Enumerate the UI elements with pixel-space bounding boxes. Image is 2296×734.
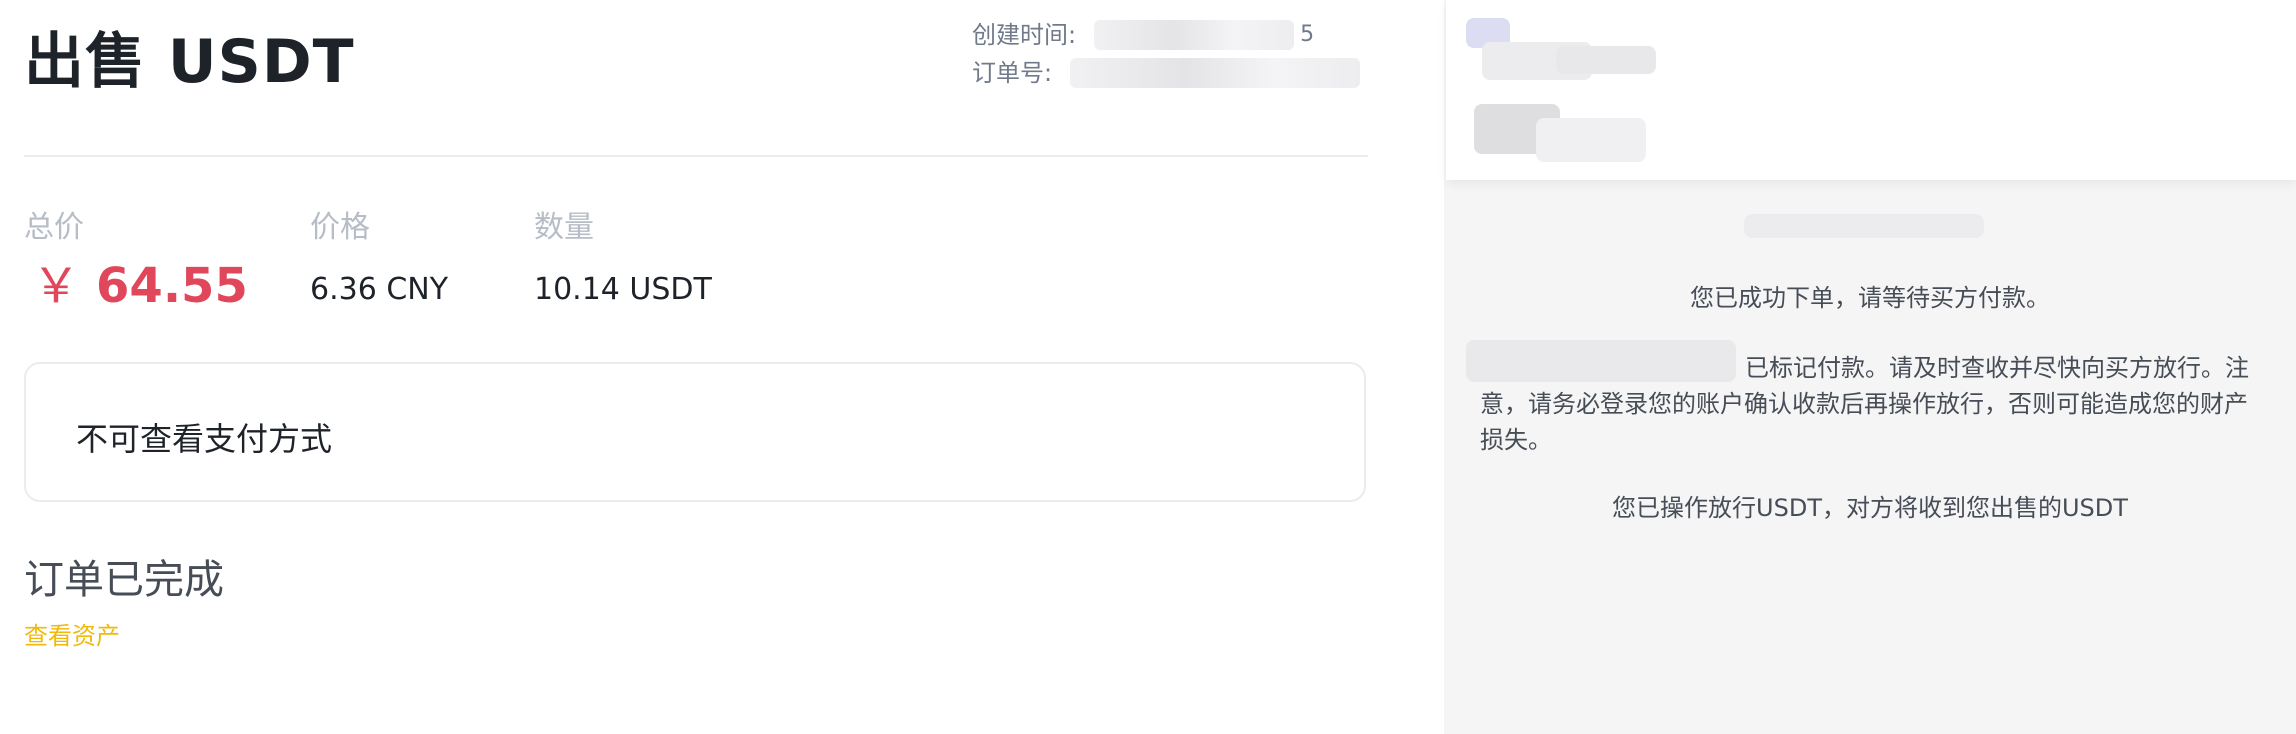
unit-price-label: 价格 — [310, 210, 370, 245]
view-assets-link[interactable]: 查看资产 — [24, 620, 120, 652]
quantity: 数量 10.14 USDT — [534, 204, 712, 318]
created-time-row: 创建时间: 5 — [972, 16, 1360, 54]
header-divider — [24, 155, 1368, 157]
quantity-value: 10.14 USDT — [534, 272, 712, 307]
unit-price: 价格 6.36 CNY — [310, 204, 448, 318]
order-status-title: 订单已完成 — [24, 557, 224, 603]
order-detail-panel: 出售 USDT 创建时间: 5 订单号: 总价 ￥ 64.55 价格 6.36 C… — [0, 0, 1444, 734]
chat-message-released: 您已操作放行USDT，对方将收到您出售的USDT — [1612, 494, 2128, 522]
total-price: 总价 ￥ 64.55 — [24, 204, 248, 318]
quantity-label: 数量 — [534, 210, 594, 245]
total-price-label: 总价 — [24, 210, 84, 245]
chat-message-order-placed: 您已成功下单，请等待买方付款。 — [1690, 284, 2050, 312]
system-notice-redacted — [1744, 214, 1984, 238]
payment-method-unavailable-text: 不可查看支付方式 — [76, 420, 333, 458]
created-time-redacted — [1094, 20, 1295, 50]
order-meta: 创建时间: 5 订单号: — [972, 16, 1361, 92]
order-number-redacted — [1070, 58, 1361, 88]
yuan-symbol: ￥ — [32, 258, 81, 314]
total-price-amount: 64.55 — [96, 258, 248, 314]
counterparty-info-redacted — [1556, 46, 1656, 74]
created-time-label: 创建时间: — [972, 21, 1077, 49]
chat-panel: 您已成功下单，请等待买方付款。 已标记付款。请及时查收并尽快向买方放行。注意，请… — [1444, 0, 2296, 734]
order-number-row: 订单号: — [972, 54, 1361, 92]
counterparty-stats-redacted — [1536, 118, 1646, 162]
chat-header-counterparty — [1446, 0, 2296, 180]
created-time-visible-fragment: 5 — [1300, 22, 1315, 47]
total-price-value: ￥ 64.55 — [24, 254, 248, 318]
chat-message-redacted-prefix — [1466, 340, 1736, 382]
unit-price-value: 6.36 CNY — [310, 272, 449, 307]
order-number-label: 订单号: — [972, 59, 1053, 87]
payment-method-box: 不可查看支付方式 — [24, 362, 1366, 502]
page-title: 出售 USDT — [24, 27, 355, 97]
